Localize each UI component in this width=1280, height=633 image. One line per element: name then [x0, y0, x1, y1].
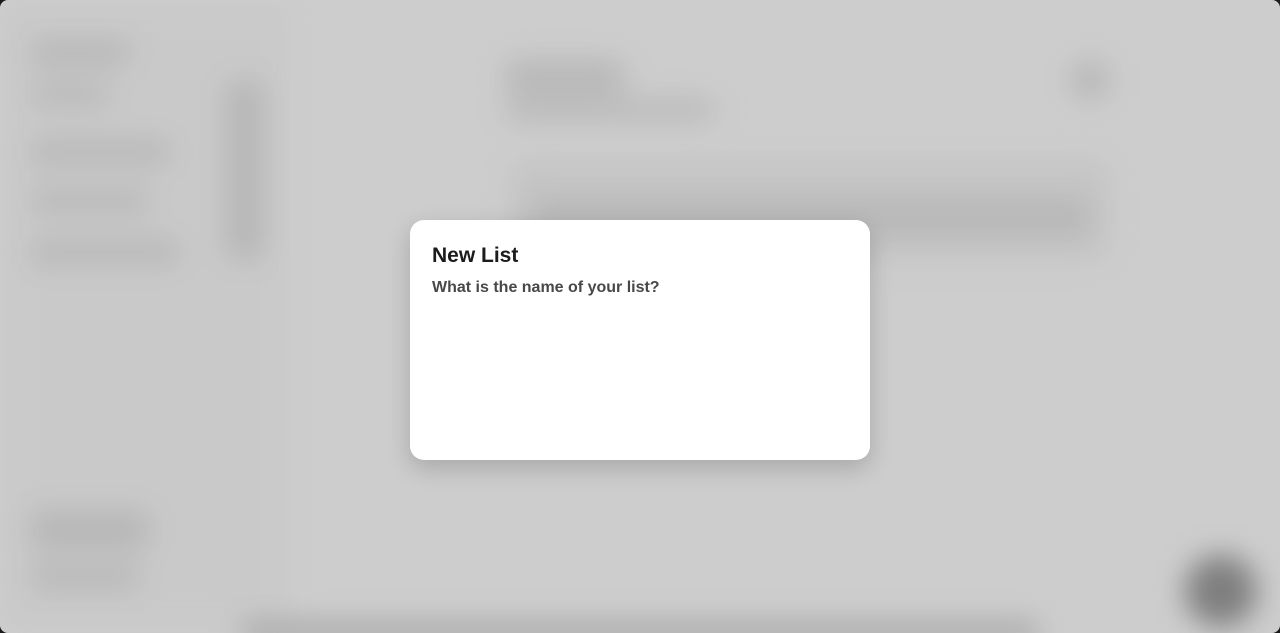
app-window: New List What is the name of your list? [0, 0, 1280, 633]
new-list-dialog: New List What is the name of your list? [410, 220, 870, 460]
dialog-title: New List [432, 244, 519, 267]
dialog-subtitle: What is the name of your list? [432, 279, 660, 296]
list-name-input[interactable] [432, 316, 848, 356]
